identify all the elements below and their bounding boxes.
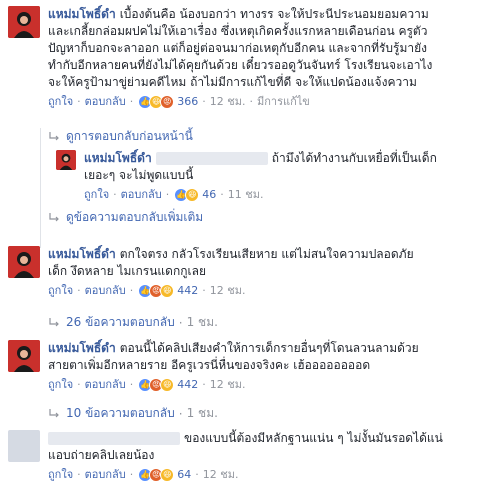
reply-button[interactable]: ตอบกลับ: [85, 466, 126, 483]
timestamp[interactable]: 11 ชม.: [228, 186, 264, 203]
angry-reaction-icon: 😡: [160, 94, 175, 109]
reactions[interactable]: 👍 😆 😡: [138, 94, 175, 109]
view-more-replies[interactable]: ดูข้อความตอบกลับเพิ่มเติม: [48, 208, 203, 227]
commenter-name[interactable]: แหม่มโพธิ์ดำ: [84, 151, 152, 165]
comment-text: แหม่มโพธิ์ดำ ตอนนี้ได้คลิปเสียงคำให้การเด…: [48, 341, 419, 372]
reactions[interactable]: 👍 😡 😆: [138, 283, 175, 298]
timestamp[interactable]: 12 ชม.: [203, 466, 239, 483]
comment-1: แหม่มโพธิ์ดำ เบื้องต้นคือ น้องบอกว่า ทางร…: [8, 6, 494, 110]
timestamp[interactable]: 12 ชม.: [210, 376, 246, 393]
comment-5: ของแบบนี้ต้องมีหลักฐานแน่น ๆ ไม่งั้นมันร…: [8, 430, 494, 483]
like-button[interactable]: ถูกใจ: [48, 93, 73, 110]
haha-reaction-icon: 😆: [160, 467, 175, 482]
commenter-name[interactable]: แหม่มโพธิ์ดำ: [48, 247, 116, 261]
comment-4: แหม่มโพธิ์ดำ ตอนนี้ได้คลิปเสียงคำให้การเด…: [8, 340, 494, 393]
comment-2-reply: แหม่มโพธิ์ดำ ถ้ามึงได้ทำงานกับเหยื่อที่เป…: [56, 150, 494, 203]
comment-3: แหม่มโพธิ์ดำ ตกใจตรง กลัวโรงเรียนเสียหาย …: [8, 246, 494, 299]
reply-button[interactable]: ตอบกลับ: [85, 376, 126, 393]
view-replies-1[interactable]: 26 ข้อความตอบกลับ · 1 ชม.: [48, 313, 218, 332]
reactions[interactable]: 👍 😡 😆: [138, 467, 175, 482]
reaction-count[interactable]: 442: [177, 376, 198, 393]
thread-line: [40, 128, 41, 248]
reply-arrow-icon: [49, 131, 59, 140]
reply-button[interactable]: ตอบกลับ: [85, 93, 126, 110]
haha-reaction-icon: 😆: [185, 187, 200, 202]
avatar[interactable]: [8, 6, 40, 38]
reply-arrow-icon: [49, 317, 59, 326]
comment-actions: ถูกใจ · ตอบกลับ · 👍 😡 😆 442 · 12 ชม.: [48, 376, 246, 393]
reactions[interactable]: 👍 😆: [174, 187, 200, 202]
avatar[interactable]: [8, 340, 40, 372]
haha-reaction-icon: 😆: [160, 283, 175, 298]
comment-actions: ถูกใจ · ตอบกลับ · 👍 😡 😆 442 · 12 ชม.: [48, 282, 246, 299]
reply-button[interactable]: ตอบกลับ: [121, 186, 162, 203]
comment-actions: ถูกใจ · ตอบกลับ · 👍 😆 😡 366 · 12 ชม. · มีการ…: [48, 93, 310, 110]
redacted-name: [48, 432, 180, 445]
view-previous-replies[interactable]: ดูการตอบกลับก่อนหน้านี้: [48, 127, 193, 146]
like-button[interactable]: ถูกใจ: [48, 376, 73, 393]
timestamp[interactable]: 12 ชม.: [210, 282, 246, 299]
avatar[interactable]: [8, 246, 40, 278]
avatar[interactable]: [56, 150, 76, 170]
haha-reaction-icon: 😆: [160, 377, 175, 392]
reaction-count[interactable]: 46: [202, 186, 216, 203]
comment-text: แหม่มโพธิ์ดำ เบื้องต้นคือ น้องบอกว่า ทางร…: [48, 7, 433, 89]
reactions[interactable]: 👍 😡 😆: [138, 377, 175, 392]
comment-actions: ถูกใจ · ตอบกลับ · 👍 😡 😆 64 · 12 ชม.: [48, 466, 239, 483]
comment-text: ของแบบนี้ต้องมีหลักฐานแน่น ๆ ไม่งั้นมันร…: [48, 431, 443, 462]
view-replies-2[interactable]: 10 ข้อความตอบกลับ · 1 ชม.: [48, 404, 218, 423]
redacted-name: [155, 152, 268, 165]
reaction-count[interactable]: 442: [177, 282, 198, 299]
edited-label[interactable]: มีการแก้ไข: [257, 93, 310, 110]
reply-arrow-icon: [49, 212, 59, 221]
reply-arrow-icon: [49, 408, 59, 417]
reaction-count[interactable]: 366: [177, 93, 198, 110]
timestamp[interactable]: 12 ชม.: [210, 93, 246, 110]
commenter-name[interactable]: แหม่มโพธิ์ดำ: [48, 7, 116, 21]
like-button[interactable]: ถูกใจ: [48, 282, 73, 299]
avatar[interactable]: [8, 430, 40, 462]
like-button[interactable]: ถูกใจ: [84, 186, 109, 203]
reaction-count[interactable]: 64: [177, 466, 191, 483]
comment-actions: ถูกใจ · ตอบกลับ · 👍 😆 46 · 11 ชม.: [84, 186, 264, 203]
reply-button[interactable]: ตอบกลับ: [85, 282, 126, 299]
comment-text: แหม่มโพธิ์ดำ ตกใจตรง กลัวโรงเรียนเสียหาย …: [48, 247, 414, 278]
commenter-name[interactable]: แหม่มโพธิ์ดำ: [48, 341, 116, 355]
like-button[interactable]: ถูกใจ: [48, 466, 73, 483]
comment-text: แหม่มโพธิ์ดำ ถ้ามึงได้ทำงานกับเหยื่อที่เป…: [84, 151, 437, 182]
